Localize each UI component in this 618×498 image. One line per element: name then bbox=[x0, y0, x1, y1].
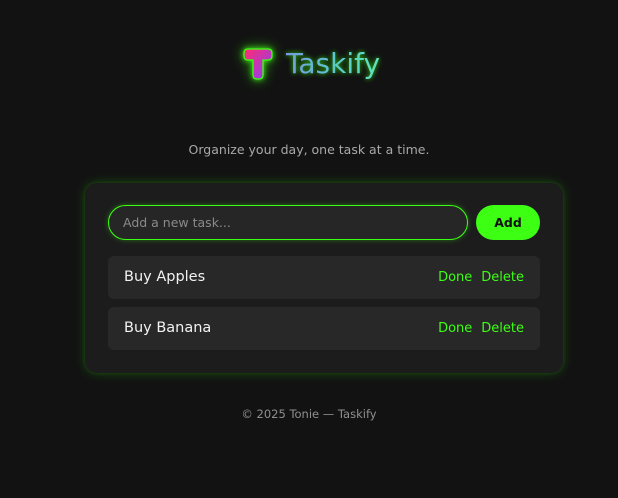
add-task-button[interactable]: Add bbox=[476, 205, 540, 240]
app-page: Taskify Organize your day, one task at a… bbox=[0, 0, 618, 498]
task-text: Buy Banana bbox=[124, 320, 212, 336]
task-text: Buy Apples bbox=[124, 269, 206, 285]
task-actions: Done Delete bbox=[438, 256, 524, 299]
new-task-row: Add bbox=[108, 205, 540, 240]
app-title: Taskify bbox=[286, 44, 380, 84]
task-list: Buy Apples Done Delete Buy Banana Done D… bbox=[108, 256, 540, 358]
delete-button[interactable]: Delete bbox=[481, 256, 524, 299]
footer-copyright: © 2025 Tonie — Taskify bbox=[241, 407, 377, 421]
task-item: Buy Apples Done Delete bbox=[108, 256, 540, 299]
tagline: Organize your day, one task at a time. bbox=[188, 142, 430, 157]
gradient-t-logo-icon bbox=[243, 48, 273, 80]
task-actions: Done Delete bbox=[438, 307, 524, 350]
done-button[interactable]: Done bbox=[438, 256, 472, 299]
new-task-input[interactable] bbox=[108, 205, 468, 240]
task-card: Add Buy Apples Done Delete Buy Banana Do… bbox=[85, 183, 563, 373]
task-item: Buy Banana Done Delete bbox=[108, 307, 540, 350]
delete-button[interactable]: Delete bbox=[481, 307, 524, 350]
brand-header: Taskify bbox=[0, 44, 618, 84]
done-button[interactable]: Done bbox=[438, 307, 472, 350]
